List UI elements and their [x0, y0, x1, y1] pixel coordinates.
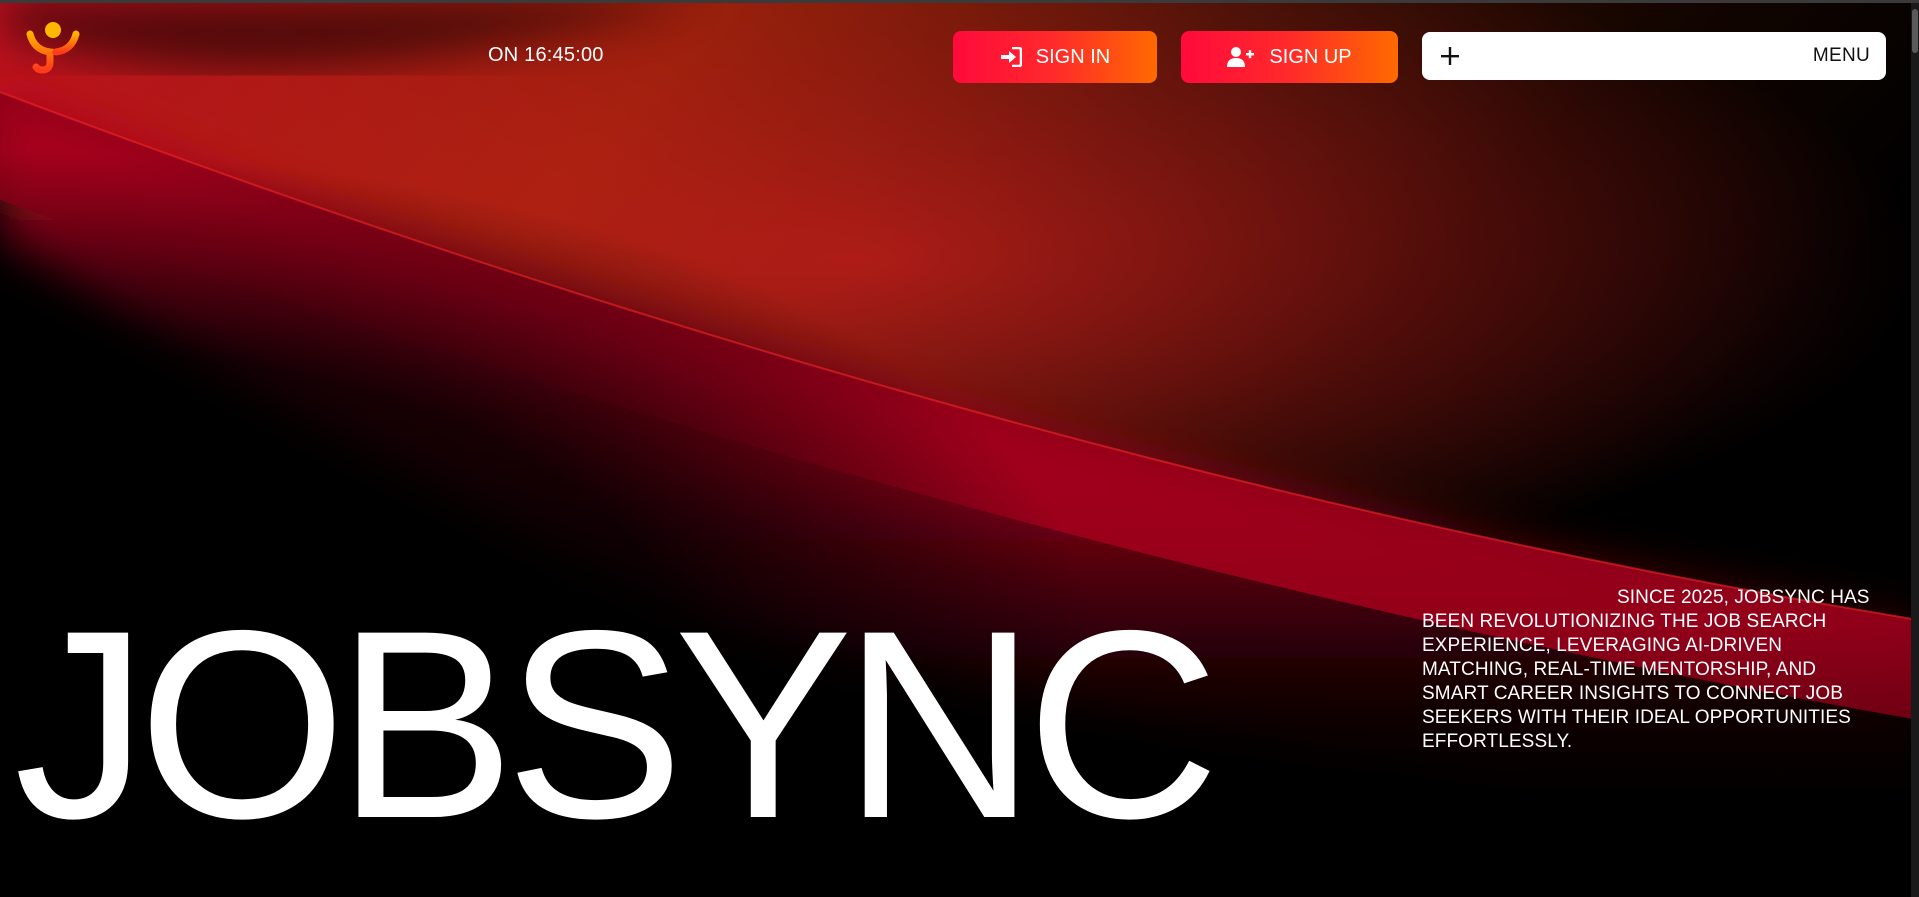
about-paragraph: SINCE 2025, JOBSYNC HAS BEEN REVOLUTIONI… — [1422, 587, 1870, 752]
sign-in-button[interactable]: SIGN IN — [953, 31, 1157, 83]
sign-in-icon — [1000, 47, 1022, 67]
jobsync-logo-icon[interactable] — [26, 20, 80, 78]
landing-page: ON 16:45:00 SIGN IN SIGN UP MENU JOBSYNC… — [0, 0, 1919, 897]
scrollbar-thumb[interactable] — [1912, 9, 1918, 53]
sign-up-button[interactable]: SIGN UP — [1181, 31, 1398, 83]
menu-label: MENU — [1812, 45, 1870, 66]
plus-icon — [1438, 44, 1462, 68]
sign-up-label: SIGN UP — [1269, 45, 1352, 68]
sign-in-label: SIGN IN — [1035, 45, 1111, 68]
window-top-border — [0, 0, 1919, 3]
brand-headline: JOBSYNC — [14, 574, 1220, 874]
user-plus-icon — [1227, 46, 1255, 68]
clock-display: ON 16:45:00 — [488, 44, 604, 66]
menu-button[interactable]: MENU — [1422, 32, 1886, 80]
scrollbar[interactable] — [1911, 3, 1919, 897]
